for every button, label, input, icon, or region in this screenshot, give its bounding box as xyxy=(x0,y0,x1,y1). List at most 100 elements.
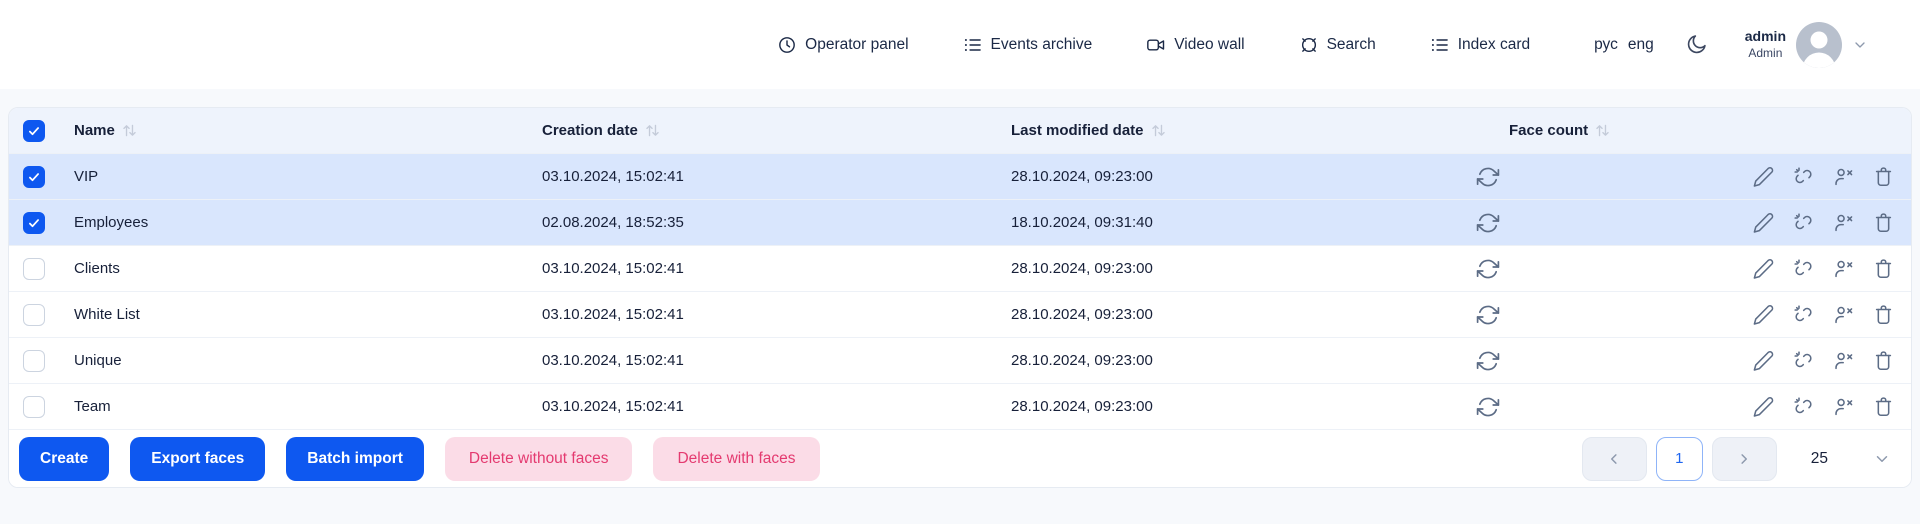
unlink-icon xyxy=(1792,303,1815,326)
face-lists-table: Name Creation date Last modified date Fa… xyxy=(8,107,1912,488)
lang-rus-button[interactable]: рус xyxy=(1594,36,1618,54)
refresh-face-count-button[interactable] xyxy=(1476,395,1500,419)
row-checkbox[interactable] xyxy=(23,349,45,372)
remove-user-faces-button[interactable] xyxy=(1832,303,1855,326)
export-faces-button[interactable]: Export faces xyxy=(130,436,266,481)
trash-icon xyxy=(1872,257,1895,280)
table-row[interactable]: White List 03.10.2024, 15:02:41 28.10.20… xyxy=(9,291,1911,337)
table-row[interactable]: Team 03.10.2024, 15:02:41 28.10.2024, 09… xyxy=(9,383,1911,429)
remove-user-icon xyxy=(1832,303,1855,326)
row-checkbox[interactable] xyxy=(23,211,45,234)
create-button[interactable]: Create xyxy=(19,436,110,481)
creation-date: 02.08.2024, 18:52:35 xyxy=(542,214,684,231)
last-modified-date: 28.10.2024, 09:23:00 xyxy=(1011,352,1153,369)
remove-user-faces-button[interactable] xyxy=(1832,349,1855,372)
remove-user-faces-button[interactable] xyxy=(1832,165,1855,188)
list-name: Unique xyxy=(74,352,122,369)
nav-item-search[interactable]: Search xyxy=(1299,35,1376,55)
nav-item-operator-panel[interactable]: Operator panel xyxy=(777,35,909,55)
page-size-select[interactable]: 25 xyxy=(1811,450,1891,468)
unlink-button[interactable] xyxy=(1792,349,1815,372)
current-page-button[interactable]: 1 xyxy=(1655,436,1703,481)
lang-eng-button[interactable]: eng xyxy=(1628,36,1654,54)
row-checkbox[interactable] xyxy=(23,303,45,326)
list-details-icon xyxy=(963,35,983,55)
user-name: admin xyxy=(1744,28,1786,45)
unlink-button[interactable] xyxy=(1792,303,1815,326)
creation-date: 03.10.2024, 15:02:41 xyxy=(542,306,684,323)
top-bar: Operator panel Events archive Video wall… xyxy=(0,0,1920,89)
delete-button[interactable] xyxy=(1872,165,1895,188)
nav-item-events-archive[interactable]: Events archive xyxy=(963,35,1092,55)
delete-without-faces-button[interactable]: Delete without faces xyxy=(444,436,633,481)
creation-date: 03.10.2024, 15:02:41 xyxy=(542,168,684,185)
edit-button[interactable] xyxy=(1752,257,1775,280)
table-row[interactable]: Employees 02.08.2024, 18:52:35 18.10.202… xyxy=(9,199,1911,245)
unlink-icon xyxy=(1792,395,1815,418)
list-name: Employees xyxy=(74,214,149,231)
edit-pencil-icon xyxy=(1752,211,1775,234)
unlink-button[interactable] xyxy=(1792,211,1815,234)
edit-button[interactable] xyxy=(1752,211,1775,234)
sort-icon[interactable] xyxy=(1594,122,1611,139)
remove-user-icon xyxy=(1832,395,1855,418)
last-modified-date: 28.10.2024, 09:23:00 xyxy=(1011,260,1153,277)
delete-button[interactable] xyxy=(1872,211,1895,234)
nav-item-index-card[interactable]: Index card xyxy=(1430,35,1530,55)
sort-icon[interactable] xyxy=(644,122,661,139)
user-role: Admin xyxy=(1748,45,1783,60)
remove-user-icon xyxy=(1832,211,1855,234)
edit-button[interactable] xyxy=(1752,395,1775,418)
previous-page-button[interactable] xyxy=(1581,436,1647,481)
unlink-icon xyxy=(1792,349,1815,372)
unlink-button[interactable] xyxy=(1792,257,1815,280)
batch-import-button[interactable]: Batch import xyxy=(286,436,424,481)
unlink-button[interactable] xyxy=(1792,165,1815,188)
delete-button[interactable] xyxy=(1872,257,1895,280)
theme-toggle-button[interactable] xyxy=(1685,33,1708,56)
remove-user-icon xyxy=(1832,349,1855,372)
refresh-face-count-button[interactable] xyxy=(1476,165,1500,189)
table-row[interactable]: Unique 03.10.2024, 15:02:41 28.10.2024, … xyxy=(9,337,1911,383)
select-all-checkbox[interactable] xyxy=(23,119,45,142)
list-name: White List xyxy=(74,306,140,323)
crosshair-icon xyxy=(1299,35,1319,55)
refresh-face-count-button[interactable] xyxy=(1476,211,1500,235)
delete-button[interactable] xyxy=(1872,349,1895,372)
edit-pencil-icon xyxy=(1752,303,1775,326)
delete-button[interactable] xyxy=(1872,303,1895,326)
row-checkbox[interactable] xyxy=(23,395,45,418)
unlink-icon xyxy=(1792,165,1815,188)
row-checkbox[interactable] xyxy=(23,257,45,280)
creation-date: 03.10.2024, 15:02:41 xyxy=(542,352,684,369)
edit-pencil-icon xyxy=(1752,165,1775,188)
edit-pencil-icon xyxy=(1752,257,1775,280)
table-row[interactable]: VIP 03.10.2024, 15:02:41 28.10.2024, 09:… xyxy=(9,153,1911,199)
refresh-face-count-button[interactable] xyxy=(1476,303,1500,327)
unlink-button[interactable] xyxy=(1792,395,1815,418)
refresh-face-count-button[interactable] xyxy=(1476,349,1500,373)
delete-with-faces-button[interactable]: Delete with faces xyxy=(653,436,820,481)
table-header-row: Name Creation date Last modified date Fa… xyxy=(9,108,1911,153)
chevron-right-icon xyxy=(1735,450,1753,468)
delete-button[interactable] xyxy=(1872,395,1895,418)
sort-icon[interactable] xyxy=(1150,122,1167,139)
sort-icon[interactable] xyxy=(121,122,138,139)
edit-pencil-icon xyxy=(1752,349,1775,372)
remove-user-faces-button[interactable] xyxy=(1832,257,1855,280)
list-name: Clients xyxy=(74,260,120,277)
refresh-face-count-button[interactable] xyxy=(1476,257,1500,281)
remove-user-faces-button[interactable] xyxy=(1832,211,1855,234)
edit-button[interactable] xyxy=(1752,349,1775,372)
remove-user-faces-button[interactable] xyxy=(1832,395,1855,418)
last-modified-date: 28.10.2024, 09:23:00 xyxy=(1011,306,1153,323)
next-page-button[interactable] xyxy=(1711,436,1777,481)
nav-item-label: Index card xyxy=(1457,35,1531,53)
row-checkbox[interactable] xyxy=(23,165,45,188)
table-row[interactable]: Clients 03.10.2024, 15:02:41 28.10.2024,… xyxy=(9,245,1911,291)
clock-icon xyxy=(777,35,797,55)
edit-button[interactable] xyxy=(1752,165,1775,188)
nav-item-video-wall[interactable]: Video wall xyxy=(1146,35,1245,55)
edit-button[interactable] xyxy=(1752,303,1775,326)
user-menu[interactable]: admin Admin xyxy=(1744,21,1868,68)
